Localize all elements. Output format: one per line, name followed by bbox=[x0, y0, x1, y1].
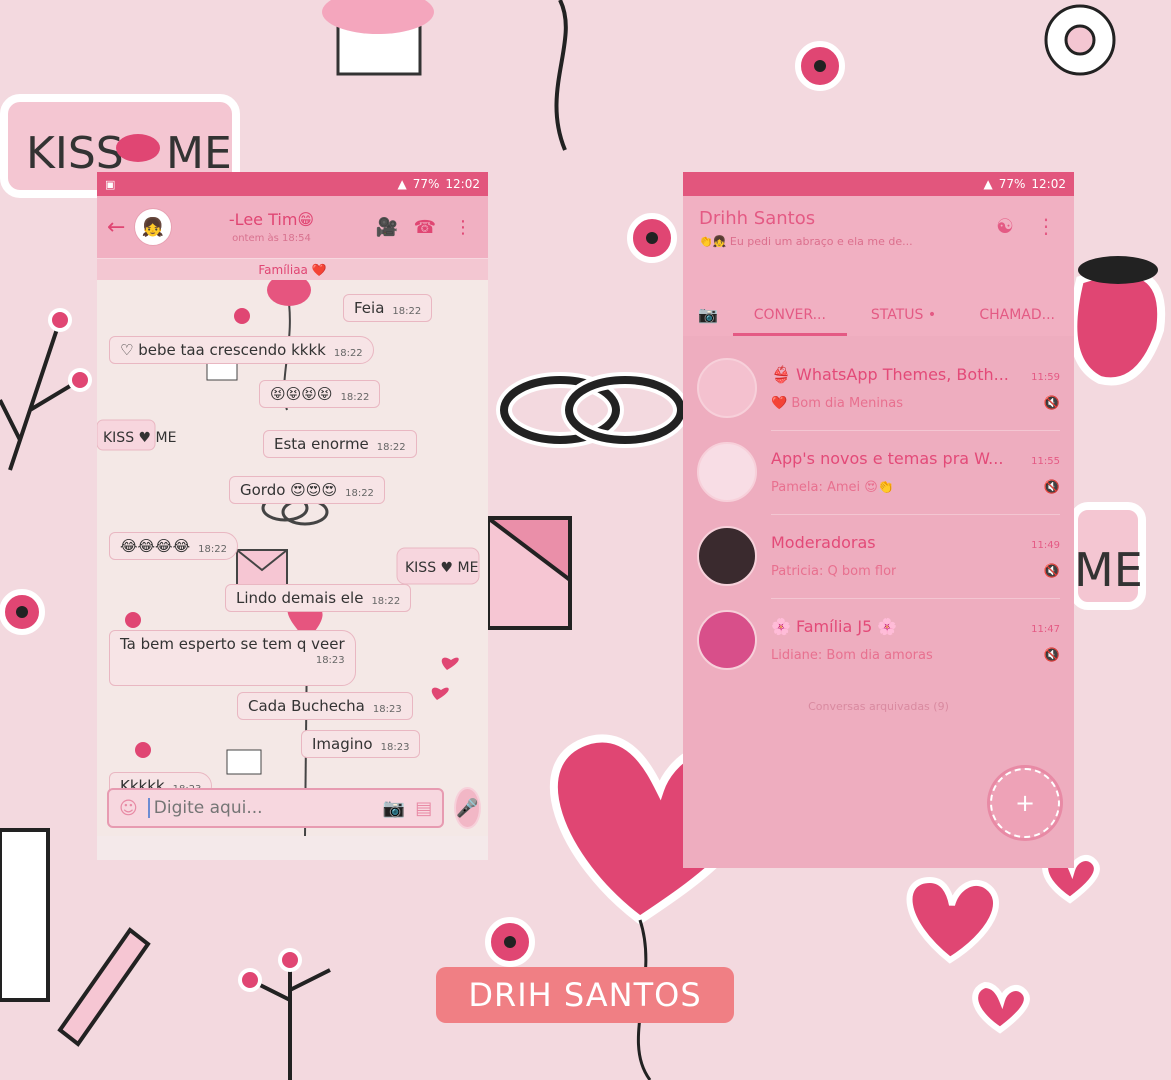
clock: 12:02 bbox=[1031, 177, 1066, 191]
clock: 12:02 bbox=[445, 177, 480, 191]
video-call-icon[interactable]: 🎥 bbox=[372, 217, 402, 238]
plus-icon: + bbox=[1014, 789, 1036, 817]
avatar[interactable] bbox=[697, 526, 757, 586]
battery-level: 77% bbox=[998, 177, 1026, 191]
message-bubble[interactable]: Cada Buchecha 18:23 bbox=[237, 692, 413, 720]
more-options-icon[interactable]: ⋮ bbox=[1036, 214, 1056, 238]
message-bubble[interactable]: Ta bem esperto se tem q veer 18:23 bbox=[109, 630, 356, 686]
conversation-time: 11:47 bbox=[1031, 624, 1060, 635]
avatar[interactable] bbox=[697, 610, 757, 670]
watermark: DRIH SANTOS bbox=[436, 967, 734, 1023]
flower-sticker bbox=[0, 589, 45, 635]
avatar[interactable] bbox=[697, 358, 757, 418]
back-arrow-icon[interactable]: ← bbox=[107, 215, 127, 240]
app-header: Drihh Santos 👏👧 Eu pedi um abraço e ela … bbox=[683, 196, 1074, 336]
conversation-name: 👙 WhatsApp Themes, Both... bbox=[771, 365, 1009, 384]
flower-sticker bbox=[795, 41, 845, 91]
contact-name: -Lee Tim😁 bbox=[228, 210, 315, 229]
conversation-name: Moderadoras bbox=[771, 533, 876, 552]
avatar[interactable] bbox=[697, 442, 757, 502]
muted-icon: 🔇 bbox=[1043, 396, 1060, 411]
message-bubble[interactable]: Esta enorme 18:22 bbox=[263, 430, 417, 458]
new-chat-button[interactable]: + bbox=[990, 768, 1060, 838]
chats-list-screen: ▲ 77% 12:02 Drihh Santos 👏👧 Eu pedi um a… bbox=[683, 172, 1074, 868]
pencil-sticker bbox=[57, 927, 151, 1047]
camera-icon[interactable]: 📷 bbox=[383, 798, 405, 819]
conversation-name: App's novos e temas pra W... bbox=[771, 449, 1004, 468]
svg-text:KISS ♥ ME: KISS ♥ ME bbox=[103, 430, 176, 446]
more-options-icon[interactable]: ⋮ bbox=[448, 217, 478, 238]
status-bar: ▣ ▲ 77% 12:02 bbox=[97, 172, 488, 196]
conversation-item[interactable]: 🌸 Família J5 🌸 11:47 Lidiane: Bom dia am… bbox=[683, 598, 1074, 682]
avatar[interactable]: 👧 bbox=[135, 209, 171, 245]
message-bubble[interactable]: Gordo 😍😍😍 18:22 bbox=[229, 476, 385, 504]
svg-text:KISS ♥ ME: KISS ♥ ME bbox=[405, 560, 478, 576]
chat-screen: ▣ ▲ 77% 12:02 ← 👧 -Lee Tim😁 ontem às 18:… bbox=[97, 172, 488, 860]
flower-sticker bbox=[485, 917, 535, 967]
me-sticker: ME bbox=[1070, 502, 1146, 610]
conversation-time: 11:59 bbox=[1031, 372, 1060, 383]
message-bubble[interactable]: 😂😂😂😂 18:22 bbox=[109, 532, 238, 560]
branch-sticker bbox=[238, 948, 331, 1080]
message-bubble[interactable]: ♡ bebe taa crescendo kkkk 18:22 bbox=[109, 336, 374, 364]
envelope-sticker bbox=[482, 516, 572, 630]
notification-icon: ▣ bbox=[105, 177, 116, 191]
message-bubble[interactable]: Lindo demais ele 18:22 bbox=[225, 584, 412, 612]
muted-icon: 🔇 bbox=[1043, 648, 1060, 663]
last-seen: ontem às 18:54 bbox=[232, 233, 311, 244]
flower-sticker bbox=[627, 213, 677, 263]
conversation-item[interactable]: Moderadoras 11:49 Patricia: Q bom flor 🔇 bbox=[683, 514, 1074, 598]
hearts-sticker bbox=[906, 851, 1100, 1034]
message-bubble[interactable]: 😝😝😝😝 18:22 bbox=[259, 380, 381, 408]
message-input-box: ☺ 📷 ▤ bbox=[107, 788, 445, 828]
archived-chats-link[interactable]: Conversas arquivadas (9) bbox=[683, 700, 1074, 713]
card-sticker bbox=[0, 828, 50, 1002]
emoji-icon[interactable]: ☺ bbox=[119, 798, 138, 819]
outline-flower-sticker bbox=[1044, 4, 1116, 76]
cupcake-sticker bbox=[322, 0, 434, 76]
signal-icon: ▲ bbox=[983, 177, 993, 191]
conversation-list: 👙 WhatsApp Themes, Both... 11:59 ❤️ Bom … bbox=[683, 336, 1074, 682]
strawberry-sticker bbox=[1069, 256, 1166, 386]
conversation-preview: Patricia: Q bom flor bbox=[771, 564, 897, 579]
status-bar: ▲ 77% 12:02 bbox=[683, 172, 1074, 196]
conversation-preview: ❤️ Bom dia Meninas bbox=[771, 396, 903, 411]
svg-text:ME: ME bbox=[1074, 543, 1143, 597]
microphone-icon: 🎤 bbox=[456, 797, 479, 819]
conversation-item[interactable]: 👙 WhatsApp Themes, Both... 11:59 ❤️ Bom … bbox=[683, 346, 1074, 430]
compose-bar: ☺ 📷 ▤ 🎤 bbox=[107, 786, 481, 830]
message-bubble[interactable]: Imagino 18:23 bbox=[301, 730, 421, 758]
tab-bar: 📷 CONVER... STATUS • CHAMAD... bbox=[683, 294, 1074, 336]
tab-calls[interactable]: CHAMAD... bbox=[960, 294, 1074, 336]
battery-level: 77% bbox=[412, 177, 440, 191]
chat-header: ← 👧 -Lee Tim😁 ontem às 18:54 🎥 ☎ ⋮ bbox=[97, 196, 488, 258]
branch-sticker bbox=[0, 308, 92, 471]
rings-sticker bbox=[496, 372, 689, 448]
message-input[interactable] bbox=[147, 798, 373, 818]
tab-chats[interactable]: CONVER... bbox=[733, 294, 847, 336]
message-bubble[interactable]: Feia 18:22 bbox=[343, 294, 433, 322]
conversation-item[interactable]: App's novos e temas pra W... 11:55 Pamel… bbox=[683, 430, 1074, 514]
attach-icon[interactable]: ▤ bbox=[415, 798, 432, 819]
tab-status[interactable]: STATUS • bbox=[847, 294, 961, 336]
muted-icon: 🔇 bbox=[1043, 480, 1060, 495]
conversation-name: 🌸 Família J5 🌸 bbox=[771, 617, 898, 636]
group-label: Famíliaa ❤️ bbox=[97, 258, 488, 280]
signal-icon: ▲ bbox=[397, 177, 407, 191]
contact-info[interactable]: -Lee Tim😁 ontem às 18:54 bbox=[179, 210, 364, 244]
conversation-preview: Lidiane: Bom dia amoras bbox=[771, 648, 933, 663]
camera-tab-icon[interactable]: 📷 bbox=[683, 294, 733, 336]
conversation-preview: Pamela: Amei 😍👏 bbox=[771, 480, 895, 495]
conversation-time: 11:55 bbox=[1031, 456, 1060, 467]
conversation-time: 11:49 bbox=[1031, 540, 1060, 551]
message-list: KISS ♥ ME KISS ♥ ME Feia 18:22 ♡ bebe ta… bbox=[97, 280, 488, 836]
yin-yang-icon[interactable]: ☯ bbox=[996, 214, 1014, 238]
mic-button[interactable]: 🎤 bbox=[454, 787, 481, 829]
muted-icon: 🔇 bbox=[1043, 564, 1060, 579]
voice-call-icon[interactable]: ☎ bbox=[410, 217, 440, 238]
